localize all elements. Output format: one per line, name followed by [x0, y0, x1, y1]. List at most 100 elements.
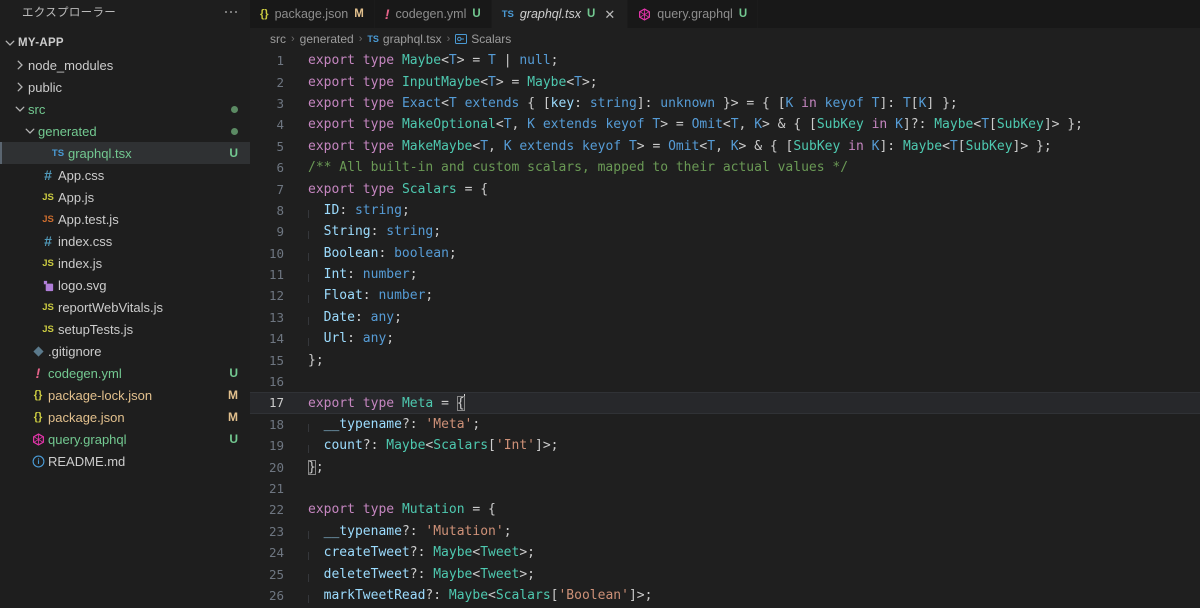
code-line[interactable]: 2 export type InputMaybe<T> = Maybe<T>;: [250, 71, 1200, 92]
tree-file-codegen-yml[interactable]: ! codegen.yml U: [0, 362, 250, 384]
line-number: 13: [268, 309, 284, 325]
tree-file-package-lock-json[interactable]: {} package-lock.json M: [0, 384, 250, 406]
tab-graphql-tsx[interactable]: TS graphql.tsx U ✕: [491, 0, 629, 28]
chevron-right-icon[interactable]: [12, 80, 28, 94]
tree-folder-generated[interactable]: generated: [0, 120, 250, 142]
code-line[interactable]: 22 export type Mutation = {: [250, 499, 1200, 520]
code-line[interactable]: 14 Url: any;: [250, 328, 1200, 349]
code-line[interactable]: 10 Boolean: boolean;: [250, 243, 1200, 264]
code-line-content: Float: number;: [304, 288, 433, 304]
vscode-window: エクスプローラー MY-APP node_modules public src gene…: [0, 0, 1200, 608]
code-line[interactable]: 21: [250, 478, 1200, 499]
code-line[interactable]: 13 Date: any;: [250, 307, 1200, 328]
tab-bar: {} package.json M! codegen.yml U TS graphql.ts…: [250, 0, 1200, 28]
line-number: 22: [268, 502, 284, 518]
code-line-content: count?: Maybe<Scalars['Int']>;: [304, 438, 559, 454]
code-line[interactable]: 18 __typename?: 'Meta';: [250, 414, 1200, 435]
code-line[interactable]: 12 Float: number;: [250, 285, 1200, 306]
line-number: 25: [268, 566, 284, 582]
tab-label: query.graphql: [657, 7, 733, 21]
code-line[interactable]: 8 ID: string;: [250, 200, 1200, 221]
breadcrumb-item-file[interactable]: TS graphql.tsx: [367, 32, 441, 46]
code-line[interactable]: 25 deleteTweet?: Maybe<Tweet>;: [250, 563, 1200, 584]
tab-git-status-badge: U: [738, 8, 748, 20]
code-line[interactable]: 4 export type MakeOptional<T, K extends k…: [250, 114, 1200, 135]
line-number: 11: [268, 267, 284, 283]
code-line[interactable]: 1 export type Maybe<T> = T | null;: [250, 50, 1200, 71]
code-line[interactable]: 24 createTweet?: Maybe<Tweet>;: [250, 542, 1200, 563]
code-line[interactable]: 20};: [250, 456, 1200, 477]
tree-item-label: reportWebVitals.js: [58, 299, 164, 315]
tab-query-graphql[interactable]: query.graphql U: [628, 0, 759, 28]
tree-file-logo-svg[interactable]: logo.svg: [0, 274, 250, 296]
tree-item-label: public: [28, 79, 62, 95]
tree-file-query-graphql[interactable]: query.graphql U: [0, 428, 250, 450]
code-line[interactable]: 19 count?: Maybe<Scalars['Int']>;: [250, 435, 1200, 456]
breadcrumb-item-symbol[interactable]: Scalars: [455, 32, 511, 46]
code-line[interactable]: 11 Int: number;: [250, 264, 1200, 285]
code-line-content: ID: string;: [304, 203, 410, 218]
tree-file-package-json[interactable]: {} package.json M: [0, 406, 250, 428]
tree-item-label: README.md: [48, 453, 126, 469]
chevron-right-icon[interactable]: [12, 58, 28, 72]
code-line[interactable]: 17 export type Meta = {: [250, 392, 1200, 415]
tree-folder-src[interactable]: src: [0, 98, 250, 120]
ts-icon: TS: [501, 8, 514, 20]
tree-file-setuptests-js[interactable]: JS setupTests.js: [0, 318, 250, 340]
tree-folder-node-modules[interactable]: node_modules: [0, 54, 250, 76]
line-number: 2: [276, 74, 284, 90]
line-number: 18: [268, 416, 284, 432]
line-number: 3: [276, 95, 284, 111]
tree-folder-public[interactable]: public: [0, 76, 250, 98]
breadcrumb-label: src: [270, 32, 286, 46]
code-line[interactable]: 26 markTweetRead?: Maybe<Scalars['Boolea…: [250, 585, 1200, 606]
code-line[interactable]: 16: [250, 371, 1200, 392]
tree-file-reportwebvitals-js[interactable]: JS reportWebVitals.js: [0, 296, 250, 318]
tab-label: graphql.tsx: [519, 7, 581, 21]
tree-item-label: logo.svg: [58, 277, 107, 293]
close-icon[interactable]: ✕: [602, 7, 617, 22]
code-line-content: Date: any;: [304, 310, 402, 325]
css-icon: #: [44, 233, 52, 249]
ellipsis-icon[interactable]: [222, 7, 240, 17]
tree-file-index-css[interactable]: # index.css: [0, 230, 250, 252]
tree-file-graphql-tsx[interactable]: TS graphql.tsx U: [0, 142, 250, 164]
code-line[interactable]: 3 export type Exact<T extends { [key: str…: [250, 93, 1200, 114]
yaml-icon: !: [384, 6, 390, 22]
chevron-down-icon[interactable]: [12, 102, 28, 116]
tree-file-app-js[interactable]: JS App.js: [0, 186, 250, 208]
tree-file-app-css[interactable]: # App.css: [0, 164, 250, 186]
line-number: 16: [268, 374, 284, 390]
code-line-content: __typename?: 'Mutation';: [304, 524, 512, 539]
code-line-content: export type Scalars = {: [308, 181, 489, 197]
breadcrumb-item-src[interactable]: src: [270, 32, 286, 46]
code-line-content: export type Maybe<T> = T | null;: [308, 53, 559, 69]
line-number: 10: [268, 245, 284, 261]
tab-package-json[interactable]: {} package.json M: [250, 0, 375, 28]
line-number: 24: [268, 545, 284, 561]
svg-icon: [38, 279, 58, 292]
code-line[interactable]: 5 export type MakeMaybe<T, K extends keyo…: [250, 136, 1200, 157]
code-editor[interactable]: 1 export type Maybe<T> = T | null; 2 export…: [250, 50, 1200, 608]
tree-root-my-app[interactable]: MY-APP: [0, 32, 250, 54]
breadcrumb-item-generated[interactable]: generated: [300, 32, 354, 46]
line-number: 19: [268, 438, 284, 454]
code-line[interactable]: 7 export type Scalars = {: [250, 178, 1200, 199]
code-line-content: };: [308, 352, 324, 368]
line-number: 8: [276, 202, 284, 218]
tree-file-readme-md[interactable]: README.md: [0, 450, 250, 472]
code-line[interactable]: 15};: [250, 349, 1200, 370]
code-line[interactable]: 23 __typename?: 'Mutation';: [250, 521, 1200, 542]
chevron-down-icon[interactable]: [22, 124, 38, 138]
code-line[interactable]: 9 String: string;: [250, 221, 1200, 242]
tree-file-gitignore[interactable]: .gitignore: [0, 340, 250, 362]
code-line[interactable]: 6 /** All built-in and custom scalars, ma…: [250, 157, 1200, 178]
tree-item-label: src: [28, 101, 46, 117]
tree-file-index-js[interactable]: JS index.js: [0, 252, 250, 274]
git-status-badge: M: [228, 410, 238, 424]
chevron-down-icon[interactable]: [2, 36, 18, 50]
json-icon: {}: [33, 411, 43, 423]
tab-codegen-yml[interactable]: ! codegen.yml U: [374, 0, 492, 28]
breadcrumb-separator: ›: [291, 33, 295, 45]
tree-file-app-test-js[interactable]: JS App.test.js: [0, 208, 250, 230]
